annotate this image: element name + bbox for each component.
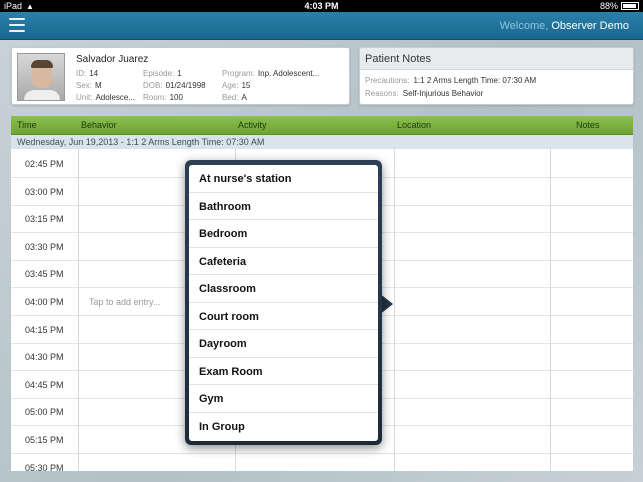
row-time: 05:00 PM <box>25 407 64 418</box>
nav-bar: Welcome, Observer Demo <box>0 12 643 40</box>
patient-sex: Sex: M <box>76 81 102 90</box>
welcome-prefix: Welcome, <box>499 20 549 32</box>
status-right: 88% <box>600 0 639 12</box>
welcome-text: Welcome, Observer Demo <box>500 20 629 32</box>
location-option[interactable]: Dayroom <box>189 330 378 358</box>
header-activity: Activity <box>238 120 267 130</box>
row-time: 04:00 PM <box>25 297 64 307</box>
row-time: 03:15 PM <box>25 214 64 225</box>
row-time: 03:00 PM <box>25 186 64 197</box>
location-option[interactable]: Cafeteria <box>189 248 378 275</box>
location-option[interactable]: Classroom <box>189 275 378 303</box>
location-option[interactable]: Exam Room <box>189 358 378 385</box>
patient-notes-card: Patient Notes Precautions: 1:1 2 Arms Len… <box>359 47 634 105</box>
patient-unit: Unit: Adolesce... <box>76 93 136 102</box>
location-option[interactable]: Gym <box>189 385 378 413</box>
patient-notes-title: Patient Notes <box>360 48 633 70</box>
table-row[interactable]: 05:30 PM <box>11 454 633 471</box>
status-bar: iPad ▲ 4:03 PM 88% <box>0 0 643 12</box>
row-time: 04:15 PM <box>25 324 64 335</box>
row-time: 05:15 PM <box>25 435 64 445</box>
column-divider <box>78 149 79 471</box>
location-option[interactable]: Court room <box>189 303 378 330</box>
precautions-line: Precautions: 1:1 2 Arms Length Time: 07:3… <box>365 76 537 85</box>
row-time: 04:30 PM <box>25 352 64 363</box>
patient-program: Program: Inp. Adolescent... <box>222 69 320 78</box>
patient-card: Salvador Juarez ID: 14 Sex: M Unit: Adolesc… <box>11 47 350 105</box>
patient-id: ID: 14 <box>76 69 99 78</box>
patient-episode: Episode: 1 <box>143 69 182 78</box>
header-notes: Notes <box>576 120 600 130</box>
table-header: Time Behavior Activity Location Notes <box>11 116 633 135</box>
header-time: Time <box>17 120 37 130</box>
reasons-line: Reasons: Self-Injurious Behavior <box>365 89 484 98</box>
location-popover: At nurse's station Bathroom Bedroom Cafeter… <box>185 160 382 445</box>
add-entry-placeholder[interactable]: Tap to add entry... <box>89 297 160 307</box>
header-behavior: Behavior <box>81 120 117 130</box>
column-divider <box>550 149 551 471</box>
patient-photo <box>17 53 65 101</box>
location-options-list: At nurse's station Bathroom Bedroom Cafeter… <box>189 165 378 441</box>
patient-name: Salvador Juarez <box>76 54 149 65</box>
status-time: 4:03 PM <box>304 1 339 11</box>
location-option[interactable]: Bedroom <box>189 220 378 248</box>
patient-bed: Bed: A <box>222 93 247 102</box>
row-time: 02:45 PM <box>25 159 64 169</box>
location-option[interactable]: Bathroom <box>189 193 378 220</box>
date-row: Wednesday, Jun 19,2013 - 1:1 2 Arms Leng… <box>11 135 633 149</box>
row-time: 05:30 PM <box>25 462 64 471</box>
header-location: Location <box>397 120 432 130</box>
patient-age: Age: 15 <box>222 81 251 90</box>
row-time: 04:45 PM <box>25 379 64 390</box>
row-time: 03:45 PM <box>25 269 64 280</box>
location-option[interactable]: In Group <box>189 413 378 441</box>
row-time: 03:30 PM <box>25 241 64 252</box>
battery-icon <box>621 2 639 10</box>
user-name: Observer Demo <box>551 20 629 32</box>
battery-percent: 88% <box>599 1 618 11</box>
patient-dob: DOB: 01/24/1998 <box>143 81 206 90</box>
patient-room: Room: 100 <box>143 93 183 102</box>
location-option[interactable]: At nurse's station <box>189 165 378 193</box>
menu-icon[interactable] <box>9 18 25 32</box>
column-divider <box>394 149 395 471</box>
